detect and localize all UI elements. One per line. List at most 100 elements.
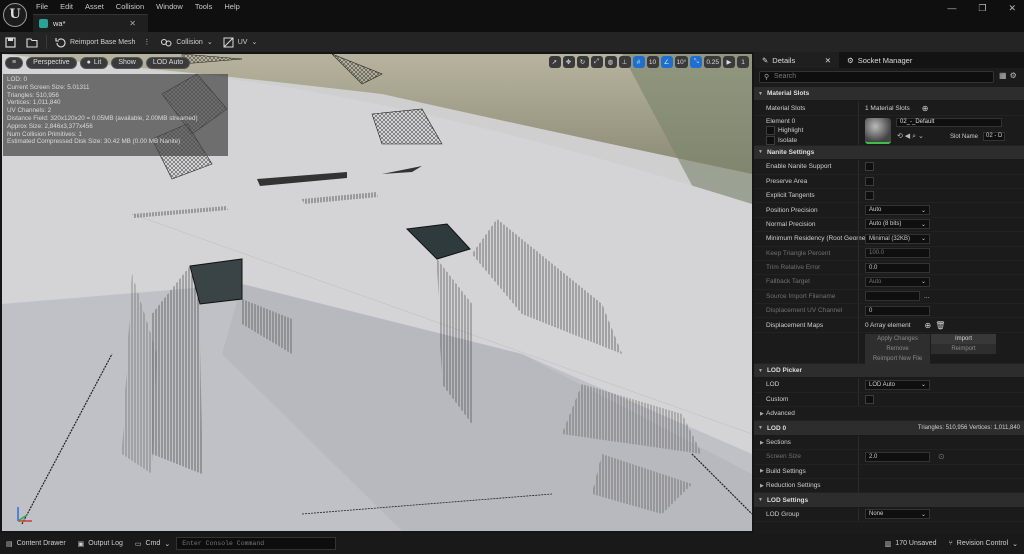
screen-size-input[interactable]: 2.0 — [865, 451, 930, 462]
section-nanite-settings[interactable]: ▼ Nanite Settings — [754, 145, 1024, 161]
world-space-icon[interactable]: ◍ — [604, 56, 617, 68]
reset-icon[interactable]: ⊙ — [938, 452, 945, 461]
stat-line: Vertices: 1,011,840 — [7, 99, 61, 107]
material-thumbnail[interactable] — [865, 117, 891, 144]
row-advanced[interactable]: ▶ Advanced — [754, 407, 1024, 422]
custom-lod-checkbox[interactable] — [865, 394, 874, 404]
menu-asset[interactable]: Asset — [79, 0, 110, 13]
lod-auto-button[interactable]: LOD Auto — [145, 56, 191, 69]
angle-snap-icon[interactable]: ∠ — [660, 56, 673, 68]
browse-file-button[interactable]: ... — [924, 293, 929, 300]
lit-label: Lit — [93, 59, 102, 66]
normal-precision-dropdown[interactable]: Auto (8 bits) ⌄ — [865, 219, 930, 230]
translate-icon[interactable]: ✥ — [562, 56, 575, 68]
lod-dropdown[interactable]: LOD Auto ⌄ — [865, 379, 930, 390]
row-label: Advanced — [766, 410, 795, 418]
output-log-button[interactable]: ▣ Output Log — [72, 540, 129, 548]
viewport[interactable]: ≡ Perspective ● Lit Show LOD Auto ➚ ✥ ↻ ⤢… — [2, 54, 752, 531]
details-search-input[interactable]: ⚲ Search — [759, 71, 994, 83]
menu-window[interactable]: Window — [150, 0, 189, 13]
row-sections[interactable]: ▶ Sections — [754, 435, 1024, 451]
settings-icon[interactable]: ⚙ — [1010, 71, 1020, 80]
viewport-menu-button[interactable]: ≡ — [5, 56, 24, 69]
chevron-down-icon: ▼ — [758, 497, 763, 504]
tab-socket-manager[interactable]: ⚙ Socket Manager — [839, 52, 920, 68]
close-window-button[interactable]: ✕ — [1008, 3, 1016, 14]
unsaved-button[interactable]: ▥ 170 Unsaved — [879, 540, 943, 548]
source-import-input[interactable] — [865, 291, 920, 302]
preserve-area-checkbox[interactable] — [865, 176, 874, 186]
asset-tab[interactable]: wa* ✕ — [33, 14, 148, 32]
show-button[interactable]: Show — [111, 56, 143, 69]
section-lod-settings[interactable]: ▼ LOD Settings — [754, 493, 1024, 508]
trim-error-input[interactable]: 0.0 — [865, 262, 930, 273]
enable-nanite-checkbox[interactable] — [865, 162, 874, 172]
remove-button[interactable]: Remove — [865, 343, 930, 354]
add-icon[interactable]: ⊕ — [922, 104, 929, 113]
close-icon[interactable]: ✕ — [825, 56, 831, 65]
stat-line: Distance Field: 320x120x20 = 0.05MB (ava… — [7, 114, 198, 122]
material-picker[interactable]: 02_-_Default — [896, 117, 1002, 127]
fallback-target-dropdown[interactable]: Auto ⌄ — [865, 276, 930, 287]
tab-details[interactable]: ✎ Details ✕ — [754, 52, 839, 68]
unreal-logo[interactable]: U — [3, 3, 27, 27]
cmd-dropdown[interactable]: ▭ Cmd ⌄ — [129, 540, 176, 548]
save-button[interactable] — [0, 36, 21, 48]
row-build-settings[interactable]: ▶ Build Settings — [754, 464, 1024, 479]
minimize-button[interactable]: — — [947, 3, 956, 14]
section-material-slots[interactable]: ▼ Material Slots — [754, 87, 1024, 102]
browse-button[interactable] — [21, 37, 43, 48]
angle-snap-value[interactable]: 10° — [674, 56, 689, 68]
nanite-actions: Apply Changes Import Remove Reimport Rei… — [754, 332, 1024, 364]
select-mode-icon[interactable]: ➚ — [548, 56, 561, 68]
content-drawer-button[interactable]: ▤ Content Drawer — [0, 540, 72, 548]
grid-snap-icon[interactable]: # — [632, 56, 645, 68]
menu-help[interactable]: Help — [218, 0, 245, 13]
add-icon[interactable]: ⊕ — [925, 321, 932, 330]
section-title: LOD 0 — [766, 424, 787, 432]
apply-changes-button[interactable]: Apply Changes — [865, 333, 930, 344]
lod-group-dropdown[interactable]: None ⌄ — [865, 509, 930, 520]
more-options-icon[interactable]: ⋮ — [143, 38, 150, 46]
close-tab-icon[interactable]: ✕ — [129, 19, 136, 28]
section-lod-0[interactable]: ▼ LOD 0 Triangles: 510,956 Vertices: 1,011… — [754, 421, 1024, 436]
row-reduction-settings[interactable]: ▶ Reduction Settings — [754, 478, 1024, 494]
reimport-nanite-button[interactable]: Reimport — [931, 343, 996, 354]
minimum-residency-dropdown[interactable]: Minimal (32KB) ⌄ — [865, 233, 930, 244]
surface-snap-icon[interactable]: ⊥ — [618, 56, 631, 68]
scale-snap-icon[interactable]: ⤡ — [690, 56, 703, 68]
perspective-button[interactable]: Perspective — [26, 56, 77, 69]
reimport-button[interactable]: Reimport Base Mesh ⋮ — [50, 37, 155, 48]
menu-tools[interactable]: Tools — [189, 0, 219, 13]
import-button[interactable]: Import — [931, 333, 996, 344]
revision-control-button[interactable]: ⑂ Revision Control ⌄ — [943, 540, 1024, 548]
position-precision-dropdown[interactable]: Auto ⌄ — [865, 205, 930, 216]
isolate-checkbox[interactable] — [766, 135, 775, 145]
reimport-new-file-button[interactable]: Reimport New File — [865, 353, 930, 364]
static-mesh-icon — [39, 19, 48, 28]
section-lod-picker[interactable]: ▼ LOD Picker — [754, 363, 1024, 379]
slot-name-input[interactable]: 02 - D — [983, 131, 1005, 141]
chevron-down-icon: ⌄ — [920, 221, 926, 228]
uv-dropdown[interactable]: UV ⌄ — [218, 37, 263, 48]
row-label: Enable Nanite Support — [766, 163, 832, 171]
restore-button[interactable]: ❐ — [978, 3, 986, 14]
menu-file[interactable]: File — [30, 0, 54, 13]
collision-dropdown[interactable]: Collision ⌄ — [155, 37, 217, 48]
camera-speed-icon[interactable]: ▶ — [723, 56, 735, 68]
highlight-checkbox[interactable] — [766, 125, 775, 135]
grid-snap-value[interactable]: 10 — [646, 56, 659, 68]
rotate-icon[interactable]: ↻ — [576, 56, 589, 68]
trash-icon[interactable]: 🗑 — [935, 321, 945, 330]
scale-snap-value[interactable]: 0.25 — [704, 56, 721, 68]
explicit-tangents-checkbox[interactable] — [865, 191, 874, 201]
menu-collision[interactable]: Collision — [110, 0, 150, 13]
menu-edit[interactable]: Edit — [54, 0, 79, 13]
table-view-icon[interactable]: ▦ — [999, 71, 1010, 80]
browse-material-icon[interactable]: ⟲ ◀ ⌕ ⌄ — [897, 132, 924, 141]
displacement-uv-input[interactable]: 0 — [865, 305, 930, 316]
lit-button[interactable]: ● Lit — [79, 56, 109, 69]
console-input[interactable]: Enter Console Command — [176, 537, 337, 550]
camera-speed-value[interactable]: 1 — [737, 56, 749, 68]
scale-icon[interactable]: ⤢ — [590, 56, 603, 68]
